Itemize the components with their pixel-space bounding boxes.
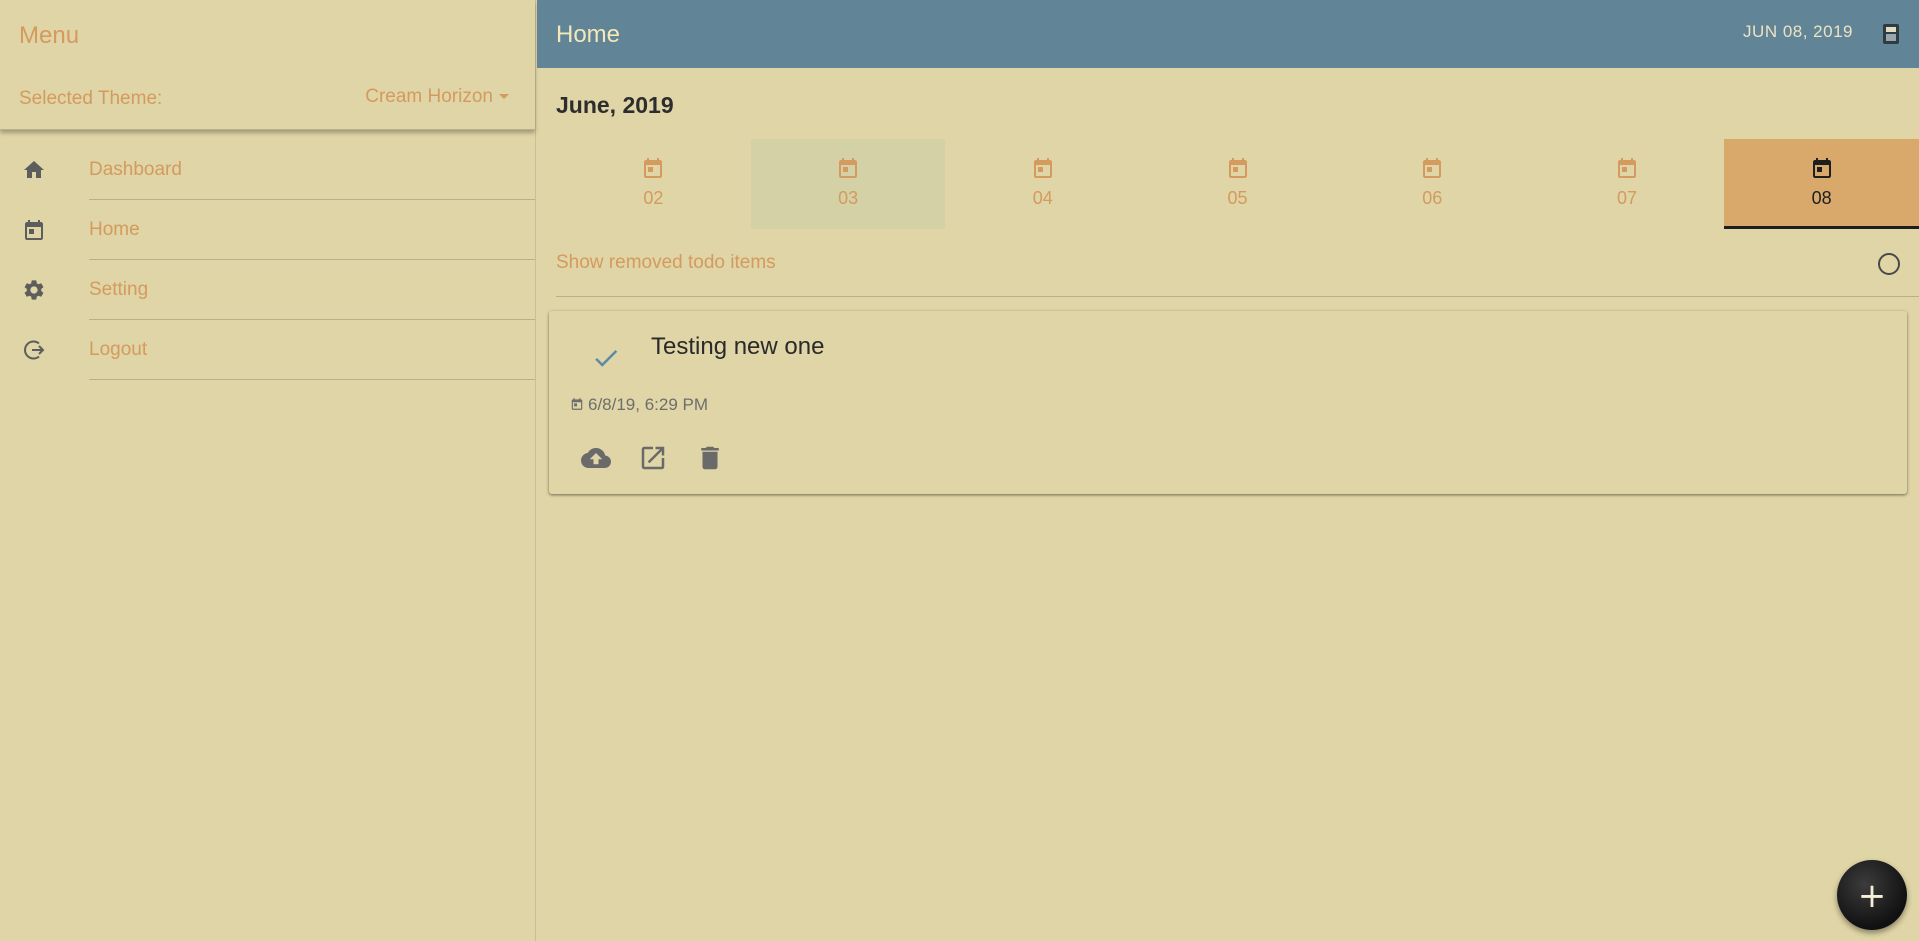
calendar-icon — [644, 158, 663, 178]
show-removed-radio[interactable] — [1878, 253, 1900, 275]
show-removed-row: Show removed todo items — [556, 245, 1919, 297]
day-tab-08[interactable]: 08 — [1724, 139, 1919, 229]
day-tab-03[interactable]: 03 — [750, 139, 946, 229]
logout-icon — [24, 340, 45, 360]
day-label: 05 — [1227, 188, 1248, 208]
sidebar-item-home[interactable]: Home — [0, 200, 535, 260]
check-icon[interactable] — [591, 343, 621, 373]
dropdown-caret-icon — [499, 94, 509, 100]
month-title: June, 2019 — [556, 92, 674, 118]
sidebar-item-label: Logout — [89, 339, 148, 360]
calendar-icon — [1423, 158, 1442, 178]
calendar-icon — [839, 158, 858, 178]
calendar-icon — [1033, 158, 1052, 178]
calendar-icon — [1228, 158, 1247, 178]
day-tab-06[interactable]: 06 — [1335, 139, 1530, 229]
theme-select[interactable]: Cream Horizon — [365, 86, 509, 108]
delete-icon[interactable] — [695, 443, 725, 473]
day-label: 02 — [643, 188, 664, 208]
todo-timestamp: 6/8/19, 6:29 PM — [570, 395, 708, 415]
todo-actions — [581, 443, 725, 473]
day-tab-07[interactable]: 07 — [1530, 139, 1725, 229]
theme-select-value: Cream Horizon — [365, 86, 493, 107]
gear-icon — [24, 280, 44, 300]
todo-title: Testing new one — [651, 333, 825, 360]
day-label: 04 — [1032, 188, 1053, 208]
sidebar-item-dashboard[interactable]: Dashboard — [0, 140, 535, 200]
plus-icon: + — [1857, 876, 1887, 916]
divider — [89, 379, 535, 380]
sidebar-item-label: Dashboard — [89, 159, 182, 180]
calendar-icon — [25, 220, 43, 240]
day-tabs: 02 03 04 05 06 07 08 — [556, 139, 1919, 229]
todo-card: Testing new one 6/8/19, 6:29 PM — [549, 311, 1907, 494]
day-label: 08 — [1811, 188, 1832, 208]
calendar-icon — [1617, 158, 1636, 178]
sidebar-item-label: Setting — [89, 279, 149, 300]
sidebar-item-logout[interactable]: Logout — [0, 320, 535, 380]
show-removed-label: Show removed todo items — [556, 252, 776, 273]
calendar-icon — [1812, 158, 1831, 178]
todo-timestamp-text: 6/8/19, 6:29 PM — [588, 395, 709, 414]
sidebar-item-label: Home — [89, 219, 140, 240]
home-icon — [24, 161, 44, 178]
open-in-new-icon[interactable] — [638, 443, 668, 473]
day-tab-04[interactable]: 04 — [945, 139, 1140, 229]
calculator-icon[interactable] — [1881, 23, 1901, 45]
day-tab-05[interactable]: 05 — [1140, 139, 1335, 229]
day-label: 03 — [838, 188, 859, 208]
app-header: Home JUN 08, 2019 — [537, 0, 1919, 68]
nav-list: Dashboard Home Setting Logout — [0, 140, 535, 380]
cloud-upload-icon[interactable] — [581, 443, 611, 473]
day-label: 06 — [1422, 188, 1443, 208]
page-title: Home — [556, 21, 621, 48]
sidebar-item-setting[interactable]: Setting — [0, 260, 535, 320]
day-label: 07 — [1616, 188, 1637, 208]
theme-label: Selected Theme: — [19, 88, 163, 109]
current-date: JUN 08, 2019 — [1743, 22, 1853, 41]
sidebar-header: Menu Selected Theme: Cream Horizon — [0, 0, 535, 130]
add-todo-button[interactable]: + — [1837, 860, 1907, 930]
calendar-icon — [571, 398, 583, 410]
menu-title: Menu — [19, 22, 80, 49]
day-tab-02[interactable]: 02 — [556, 139, 751, 229]
sidebar: Menu Selected Theme: Cream Horizon Dashb… — [0, 0, 536, 941]
